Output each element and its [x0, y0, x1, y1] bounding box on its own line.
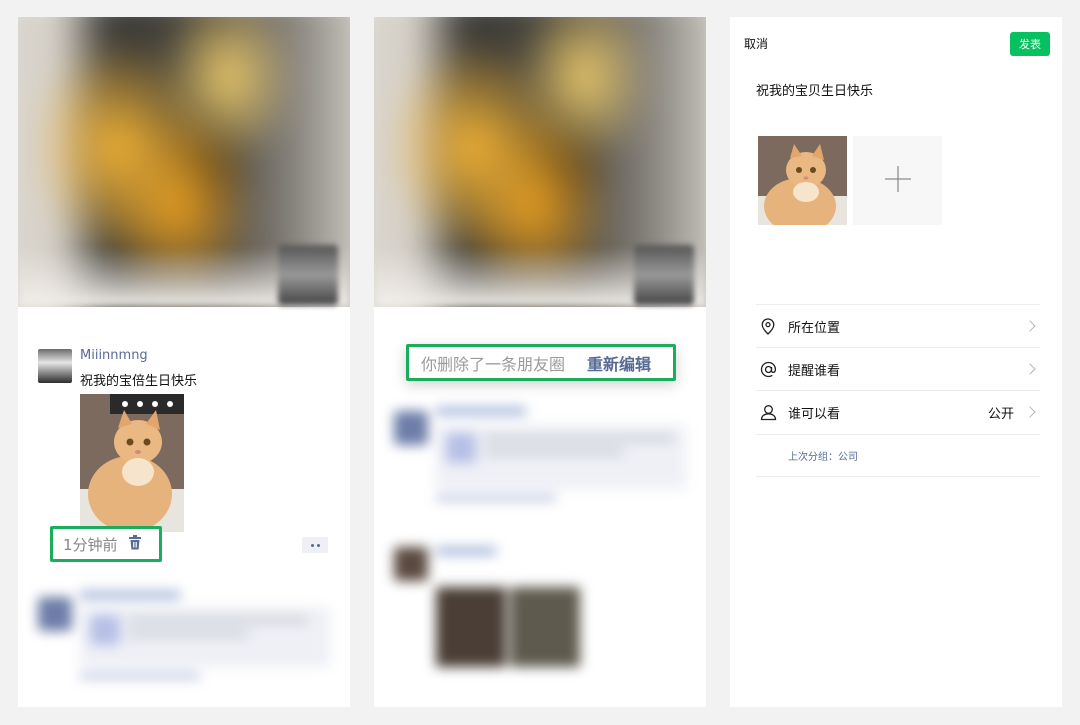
compose-text-input[interactable]: 祝我的宝贝生日快乐 — [756, 80, 873, 99]
row-label: 提醒谁看 — [788, 363, 841, 379]
trash-icon[interactable] — [128, 534, 142, 554]
chevron-right-icon — [1024, 320, 1036, 332]
add-photo-button[interactable] — [853, 136, 942, 225]
moments-deleted-panel: 你删除了一条朋友圈 重新编辑 — [374, 17, 706, 707]
post-time-highlight: 1分钟前 — [50, 526, 162, 562]
more-dots-icon[interactable] — [302, 537, 328, 553]
moments-feed-panel: Miiinnmng 祝我的宝倍生日快乐 1分钟前 — [18, 17, 350, 707]
blurred-comment — [18, 577, 350, 707]
post-time: 1分钟前 — [63, 535, 118, 554]
row-label: 所在位置 — [788, 320, 841, 336]
row-label: 谁可以看 — [788, 406, 841, 422]
at-icon — [758, 359, 778, 379]
plus-icon — [884, 165, 911, 196]
last-group-label[interactable]: 上次分组：公司 — [756, 434, 1040, 477]
profile-avatar[interactable] — [278, 245, 338, 305]
row-location[interactable]: 所在位置 — [756, 304, 1040, 347]
person-icon — [758, 402, 778, 422]
publish-button[interactable]: 发表 — [1010, 32, 1050, 56]
post-username[interactable]: Miiinnmng — [80, 348, 148, 363]
toast-message: 你删除了一条朋友圈 — [421, 354, 566, 374]
visibility-value: 公开 — [987, 406, 1014, 422]
cancel-button[interactable]: 取消 — [744, 35, 768, 52]
row-remind[interactable]: 提醒谁看 — [756, 347, 1040, 390]
deleted-toast: 你删除了一条朋友圈 重新编辑 — [406, 344, 676, 381]
compose-post-panel: 取消 发表 祝我的宝贝生日快乐 所在位置 提醒谁看 谁可以看 公开 上次分组：公… — [730, 17, 1062, 707]
blurred-feed — [374, 387, 706, 707]
attached-photo-cat[interactable] — [758, 136, 847, 225]
chevron-right-icon — [1024, 363, 1036, 375]
re-edit-button[interactable]: 重新编辑 — [587, 351, 651, 375]
row-visibility[interactable]: 谁可以看 公开 — [756, 390, 1040, 433]
post-text: 祝我的宝倍生日快乐 — [80, 374, 198, 389]
avatar[interactable] — [38, 349, 72, 383]
post-photo-cat[interactable] — [80, 394, 184, 532]
chevron-right-icon — [1024, 406, 1036, 418]
location-pin-icon — [758, 316, 778, 336]
profile-avatar[interactable] — [634, 245, 694, 305]
